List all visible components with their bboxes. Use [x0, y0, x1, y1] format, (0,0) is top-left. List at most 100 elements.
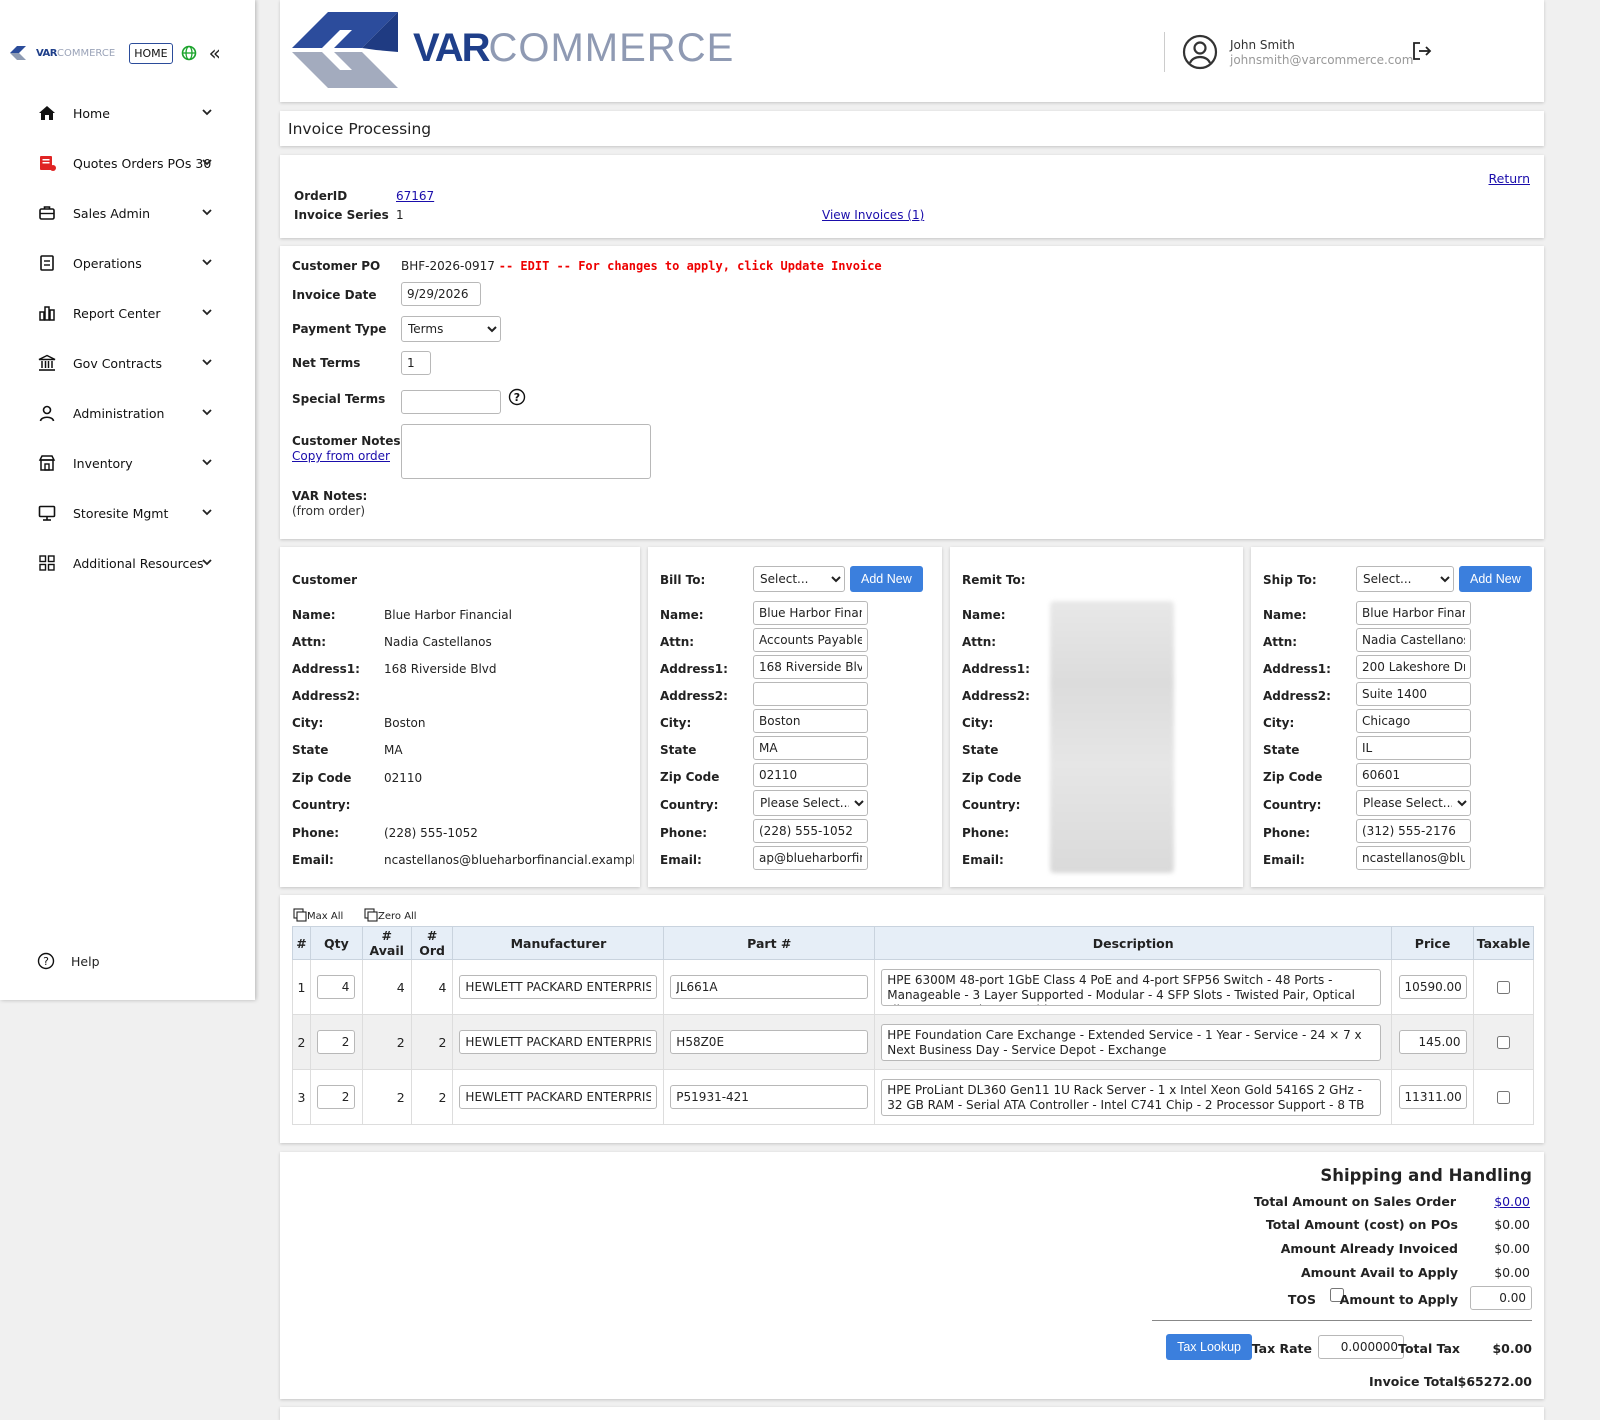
manufacturer-input[interactable]	[459, 975, 658, 999]
ship-to-name-input[interactable]	[1356, 601, 1471, 625]
order-id-link[interactable]: 67167	[396, 189, 434, 203]
view-invoices-link[interactable]: View Invoices (1)	[822, 208, 924, 222]
part-number-input[interactable]	[670, 1085, 869, 1109]
logout-icon[interactable]	[1411, 40, 1433, 62]
field-label: City:	[292, 716, 324, 730]
description-textarea[interactable]: HPE ProLiant DL360 Gen11 1U Rack Server …	[881, 1078, 1382, 1116]
sidebar-item-report-center[interactable]: Report Center	[0, 288, 250, 338]
sidebar-item-gov-contracts[interactable]: Gov Contracts	[0, 338, 250, 388]
field-label: Attn:	[962, 635, 997, 649]
sidebar-item-sales-admin[interactable]: Sales Admin	[0, 188, 250, 238]
ship-to-select[interactable]: Select...	[1356, 566, 1454, 592]
page-title-bar: Invoice Processing	[280, 111, 1544, 146]
ship-to-country-select[interactable]: Please Select...	[1356, 790, 1471, 816]
ship-to-city-input[interactable]	[1356, 709, 1471, 733]
amount-to-apply-input[interactable]	[1470, 1286, 1532, 1310]
price-input[interactable]	[1398, 975, 1467, 999]
bill-to-country-select[interactable]: Please Select...	[753, 790, 868, 816]
chevron-down-icon	[202, 259, 212, 266]
part-number-input[interactable]	[670, 975, 869, 999]
field-label: State	[292, 743, 329, 757]
field-label: State	[1263, 743, 1300, 757]
taxable-checkbox[interactable]	[1497, 1090, 1511, 1104]
qty-input[interactable]	[317, 975, 356, 999]
sidebar-item-label: Sales Admin	[73, 205, 151, 221]
sidebar-item-home[interactable]: Home	[0, 88, 250, 138]
manufacturer-input[interactable]	[459, 1085, 658, 1109]
globe-icon[interactable]	[181, 45, 197, 61]
tax-rate-input[interactable]	[1318, 1335, 1404, 1359]
net-terms-label: Net Terms	[292, 356, 361, 370]
qty-input[interactable]	[317, 1085, 356, 1109]
field-label: Name:	[962, 608, 1006, 622]
ship-to-email-input[interactable]	[1356, 846, 1471, 870]
sidebar-item-administration[interactable]: Administration	[0, 388, 250, 438]
copy-from-order-link[interactable]: Copy from order	[292, 449, 390, 463]
zero-all-button[interactable]: Zero All	[364, 908, 417, 922]
part-number-input[interactable]	[670, 1030, 869, 1054]
description-textarea[interactable]: HPE Foundation Care Exchange - Extended …	[881, 1023, 1382, 1061]
ship-to-zip-input[interactable]	[1356, 763, 1471, 787]
sidebar-item-quotes-orders-pos[interactable]: Quotes Orders POs 30	[0, 138, 250, 188]
manufacturer-input[interactable]	[459, 1030, 658, 1054]
user-email: johnsmith@varcommerce.com	[1230, 53, 1414, 67]
avail-cell: 2	[361, 1069, 412, 1125]
taxable-checkbox[interactable]	[1497, 980, 1511, 994]
ship-to-phone-input[interactable]	[1356, 819, 1471, 843]
bill-to-name-input[interactable]	[753, 601, 868, 625]
ship-to-attn-input[interactable]	[1356, 628, 1471, 652]
bill-to-phone-input[interactable]	[753, 819, 868, 843]
sales-order-total-link[interactable]: $0.00	[1494, 1194, 1530, 1209]
payment-type-select[interactable]: Terms	[401, 316, 501, 342]
max-all-button[interactable]: Max All	[293, 908, 343, 922]
invoice-date-input[interactable]	[401, 282, 481, 306]
header-bar: VARCOMMERCE John Smith johnsmith@varcomm…	[280, 0, 1544, 102]
net-terms-input[interactable]	[401, 351, 431, 375]
chevron-down-icon	[202, 309, 212, 316]
bill-to-add-new-button[interactable]: Add New	[850, 566, 923, 592]
bill-to-attn-input[interactable]	[753, 628, 868, 652]
ship-to-add-new-button[interactable]: Add New	[1459, 566, 1532, 592]
price-input[interactable]	[1398, 1030, 1467, 1054]
bill-to-address2-input[interactable]	[753, 682, 868, 706]
sidebar-item-label: Inventory	[73, 455, 133, 471]
description-cell: HPE 6300M 48-port 1GbE Class 4 PoE and 4…	[874, 959, 1393, 1015]
sidebar-item-inventory[interactable]: Inventory	[0, 438, 250, 488]
qty-input[interactable]	[317, 1030, 356, 1054]
bill-to-address1-input[interactable]	[753, 655, 868, 679]
ship-to-address1-input[interactable]	[1356, 655, 1471, 679]
bill-to-city-input[interactable]	[753, 709, 868, 733]
description-textarea[interactable]: HPE 6300M 48-port 1GbE Class 4 PoE and 4…	[881, 968, 1382, 1006]
special-terms-input[interactable]	[401, 390, 501, 414]
sidebar-item-operations[interactable]: Operations	[0, 238, 250, 288]
tax-lookup-button[interactable]: Tax Lookup	[1166, 1334, 1252, 1360]
chevron-down-icon	[202, 359, 212, 366]
question-help-icon[interactable]: ?	[508, 388, 526, 406]
return-link[interactable]: Return	[1489, 171, 1530, 186]
bill-to-state-input[interactable]	[753, 736, 868, 760]
sidebar-logo[interactable]: VAR COMMERCE	[8, 45, 115, 61]
sidebar-item-help[interactable]: ? Help	[37, 952, 100, 970]
user-avatar-icon[interactable]	[1182, 34, 1218, 70]
qty-cell	[309, 959, 363, 1015]
sidebar-item-storesite-mgmt[interactable]: Storesite Mgmt	[0, 488, 250, 538]
field-label: Name:	[1263, 608, 1307, 622]
bill-to-email-input[interactable]	[753, 846, 868, 870]
home-button[interactable]: HOME	[129, 42, 173, 64]
customer-notes-textarea[interactable]	[401, 424, 651, 479]
taxable-checkbox[interactable]	[1497, 1035, 1511, 1049]
bill-to-zip-input[interactable]	[753, 763, 868, 787]
customer-title: Customer	[292, 573, 358, 587]
field-label: Phone:	[292, 826, 340, 840]
collapse-sidebar-icon[interactable]: «	[209, 43, 221, 63]
ship-to-state-input[interactable]	[1356, 736, 1471, 760]
sidebar-item-additional-resources[interactable]: Additional Resources	[0, 538, 250, 588]
field-label: Phone:	[1263, 826, 1311, 840]
sidebar-item-label: Operations	[73, 255, 142, 271]
logo-mark-icon	[10, 46, 26, 60]
price-input[interactable]	[1398, 1085, 1467, 1109]
sidebar-item-label: Storesite Mgmt	[73, 505, 169, 521]
bill-to-select[interactable]: Select...	[753, 566, 845, 592]
ship-to-address2-input[interactable]	[1356, 682, 1471, 706]
field-label: Address2:	[660, 689, 728, 703]
